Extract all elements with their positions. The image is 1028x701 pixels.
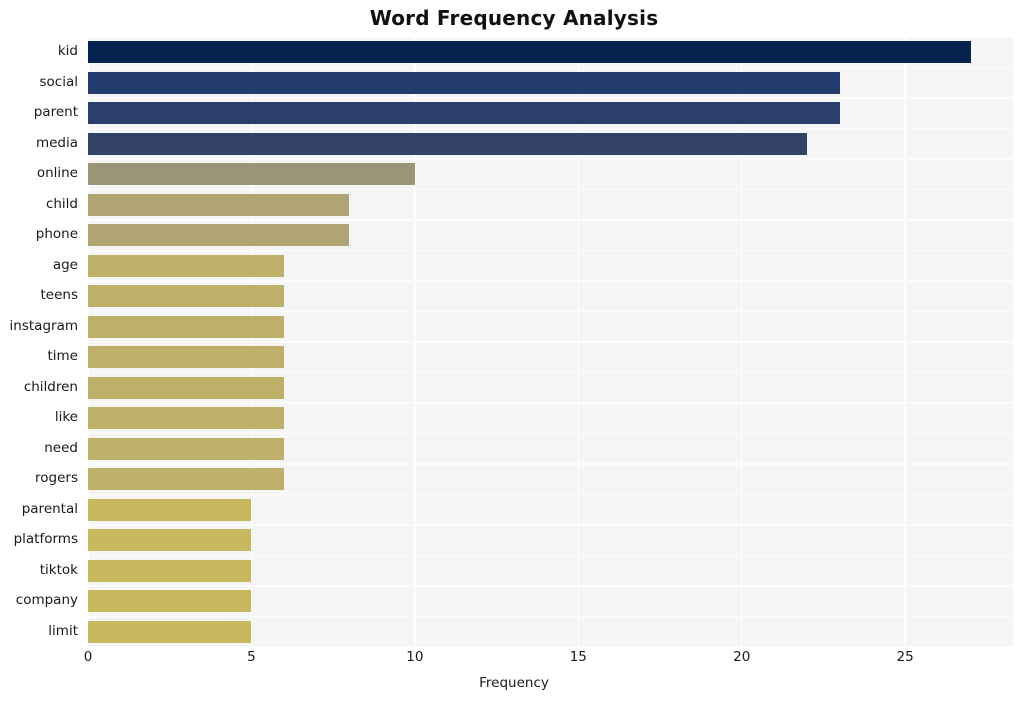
gridline-row (88, 249, 1013, 252)
y-tick-label-parent: parent (33, 104, 78, 121)
bar-teens[interactable] (88, 285, 285, 308)
gridline-row (88, 371, 1013, 374)
y-tick-label-children: children (23, 378, 78, 395)
bar-time[interactable] (88, 346, 285, 369)
bar-parental[interactable] (88, 498, 252, 521)
bar-tiktok[interactable] (88, 559, 252, 582)
y-tick-label-platforms: platforms (13, 531, 78, 548)
gridline-row (88, 219, 1013, 221)
y-tick-label-age: age (52, 256, 78, 273)
gridline-row (88, 585, 1013, 587)
gridline-row (88, 97, 1013, 99)
x-tick-label-25: 25 (896, 649, 914, 665)
bar-instagram[interactable] (88, 315, 285, 338)
y-tick-label-limit: limit (48, 622, 78, 639)
y-tick-label-rogers: rogers (35, 470, 78, 487)
bar-need[interactable] (88, 437, 285, 460)
gridline-row (88, 524, 1013, 526)
gridline-row (88, 66, 1013, 69)
y-tick-label-media: media (35, 134, 78, 151)
gridline-row (88, 493, 1013, 496)
y-tick-label-instagram: instagram (9, 317, 78, 334)
y-tick-label-kid: kid (57, 43, 78, 60)
x-tick-label-15: 15 (569, 649, 587, 665)
gridline-row (88, 341, 1013, 343)
bar-limit[interactable] (88, 620, 252, 643)
y-tick-label-social: social (39, 73, 79, 90)
bar-social[interactable] (88, 71, 840, 94)
gridline-row (88, 280, 1013, 282)
y-tick-label-online: online (36, 165, 78, 182)
gridline-row (88, 432, 1013, 435)
gridline-row (88, 646, 1013, 647)
bar-media[interactable] (88, 132, 808, 155)
y-tick-label-time: time (47, 348, 78, 365)
y-tick-label-child: child (45, 195, 78, 212)
y-tick-label-parental: parental (21, 500, 78, 517)
y-tick-label-tiktok: tiktok (39, 561, 78, 578)
chart-figure: Word Frequency Analysis kid social parent m… (0, 0, 1028, 701)
bar-like[interactable] (88, 407, 285, 430)
bar-children[interactable] (88, 376, 285, 399)
y-tick-label-teens: teens (40, 287, 79, 304)
y-tick-label-company: company (15, 592, 78, 609)
bar-online[interactable] (88, 163, 415, 186)
gridline-row (88, 463, 1013, 465)
bar-company[interactable] (88, 590, 252, 613)
plot-area (88, 37, 1013, 647)
y-tick-label-like: like (54, 409, 78, 426)
bar-phone[interactable] (88, 224, 350, 247)
gridline-row (88, 127, 1013, 130)
gridline-row (88, 615, 1013, 618)
x-tick-label-0: 0 (83, 649, 93, 665)
gridline-row (88, 37, 1013, 38)
bar-parent[interactable] (88, 102, 840, 125)
gridline-row (88, 554, 1013, 557)
bar-kid[interactable] (88, 41, 971, 64)
x-axis-title: Frequency (479, 675, 549, 691)
bar-rogers[interactable] (88, 468, 285, 491)
y-tick-label-phone: phone (35, 226, 78, 243)
gridline-row (88, 402, 1013, 404)
chart-title: Word Frequency Analysis (369, 6, 659, 30)
bar-age[interactable] (88, 254, 285, 277)
x-tick-label-10: 10 (406, 649, 424, 665)
y-tick-label-need: need (44, 439, 78, 456)
x-tick-label-20: 20 (733, 649, 751, 665)
bar-platforms[interactable] (88, 529, 252, 552)
gridline-row (88, 158, 1013, 160)
x-tick-label-5: 5 (247, 649, 256, 665)
gridline-row (88, 310, 1013, 313)
bar-child[interactable] (88, 193, 350, 216)
gridline-row (88, 188, 1013, 191)
